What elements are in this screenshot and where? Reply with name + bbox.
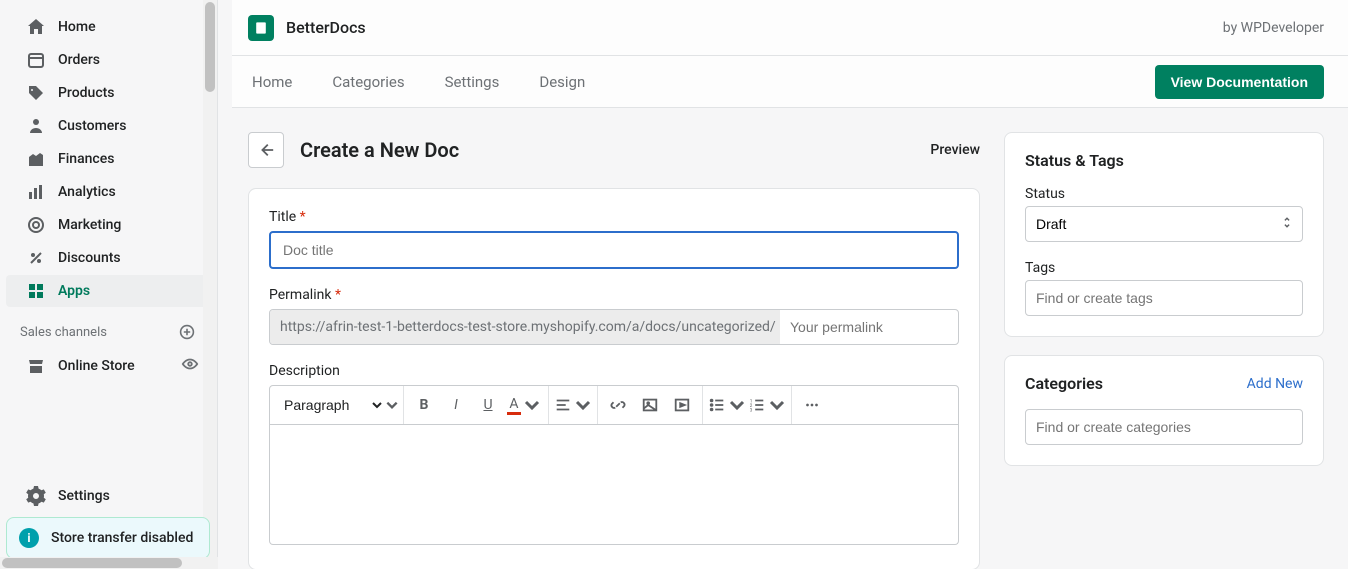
chevron-down-icon [385,389,399,421]
sidebar-hscroll-thumb[interactable] [2,558,182,568]
bullet-list-button[interactable] [707,389,747,421]
info-icon: i [19,528,39,548]
home-icon [26,17,46,37]
tab-home[interactable]: Home [248,59,296,105]
block-format-select[interactable]: Paragraph [270,389,385,421]
svg-text:3: 3 [750,407,753,413]
sales-channels-header: Sales channels [0,308,217,348]
nav-discounts-label: Discounts [58,250,121,266]
tab-categories[interactable]: Categories [328,59,408,105]
app-tabbar: Home Categories Settings Design View Doc… [232,56,1348,108]
title-label: Title * [269,209,959,225]
nav-customers[interactable]: Customers [6,110,211,142]
main-area: BetterDocs by WPDeveloper Home Categorie… [232,0,1348,569]
doc-title-input[interactable] [269,231,959,269]
nav-finances-label: Finances [58,151,114,167]
status-tags-card: Status & Tags Status Draft Tags [1004,132,1324,337]
sidebar-scrollbar-track [203,0,217,569]
description-editor[interactable] [269,425,959,545]
apps-icon [26,281,46,301]
app-logo [248,15,274,41]
numbered-list-button[interactable]: 123 [747,389,787,421]
doc-form-card: Title * Permalink * https://afrin-test-1… [248,188,980,569]
tags-input[interactable] [1025,280,1303,316]
customers-icon [26,116,46,136]
nav-home-label: Home [58,19,96,35]
status-select-input[interactable]: Draft [1036,216,1292,232]
permalink-slug-input[interactable] [790,319,959,335]
tab-design[interactable]: Design [535,59,589,105]
view-documentation-button[interactable]: View Documentation [1155,65,1324,99]
discounts-icon [26,248,46,268]
status-tags-heading: Status & Tags [1025,151,1303,170]
nav-products-label: Products [58,85,115,101]
sidebar-hscroll-track [0,557,218,569]
align-button[interactable] [553,389,593,421]
nav-home[interactable]: Home [6,11,211,43]
nav-marketing-label: Marketing [58,217,121,233]
marketing-icon [26,215,46,235]
add-category-link[interactable]: Add New [1247,376,1303,392]
add-channel-button[interactable] [177,322,197,342]
content-area: Create a New Doc Preview Title * Permali… [232,108,1348,569]
video-button[interactable] [666,389,698,421]
bold-button[interactable]: B [408,389,440,421]
analytics-icon [26,182,46,202]
nav-analytics-label: Analytics [58,184,116,200]
nav-settings[interactable]: Settings [6,480,197,512]
back-button[interactable] [248,132,284,168]
nav-online-store-label: Online Store [58,358,135,374]
permalink-base: https://afrin-test-1-betterdocs-test-sto… [270,310,780,344]
finances-icon [26,149,46,169]
app-title: BetterDocs [286,18,366,37]
banner-text: Store transfer disabled [51,530,193,546]
link-button[interactable] [602,389,634,421]
store-icon [26,356,46,376]
italic-button[interactable]: I [440,389,472,421]
view-store-icon[interactable] [181,355,199,377]
nav-settings-label: Settings [58,488,110,504]
nav-analytics[interactable]: Analytics [6,176,211,208]
description-label: Description [269,363,959,379]
image-button[interactable] [634,389,666,421]
nav-orders-label: Orders [58,52,100,68]
nav-apps[interactable]: Apps [6,275,211,307]
nav-apps-label: Apps [58,283,90,299]
categories-heading: Categories [1025,374,1103,393]
nav-marketing[interactable]: Marketing [6,209,211,241]
underline-button[interactable]: U [472,389,504,421]
status-select[interactable]: Draft [1025,206,1303,242]
permalink-label: Permalink * [269,287,959,303]
text-color-button[interactable]: A [504,389,544,421]
editor-toolbar: Paragraph B I U A [269,385,959,425]
preview-link[interactable]: Preview [930,142,980,158]
nav-online-store[interactable]: Online Store [6,349,211,383]
categories-input[interactable] [1025,409,1303,445]
developer-text: by WPDeveloper [1223,20,1324,36]
page-header: Create a New Doc Preview [248,132,980,168]
gear-icon [26,486,46,506]
app-topbar: BetterDocs by WPDeveloper [232,0,1348,56]
permalink-field: https://afrin-test-1-betterdocs-test-sto… [269,309,959,345]
nav-customers-label: Customers [58,118,126,134]
sidebar-scrollbar-thumb[interactable] [205,2,215,92]
tab-settings[interactable]: Settings [441,59,504,105]
admin-sidebar: Home Orders Products Customers Finances … [0,0,218,569]
status-label: Status [1025,186,1303,202]
sales-channels-label: Sales channels [20,325,107,340]
products-icon [26,83,46,103]
select-chevron-icon [1282,215,1292,234]
nav-orders[interactable]: Orders [6,44,211,76]
page-title: Create a New Doc [300,138,459,162]
nav-finances[interactable]: Finances [6,143,211,175]
store-transfer-banner: i Store transfer disabled [6,517,210,559]
tags-label: Tags [1025,260,1303,276]
nav-products[interactable]: Products [6,77,211,109]
nav-discounts[interactable]: Discounts [6,242,211,274]
orders-icon [26,50,46,70]
categories-card: Categories Add New [1004,355,1324,466]
more-button[interactable] [796,389,828,421]
